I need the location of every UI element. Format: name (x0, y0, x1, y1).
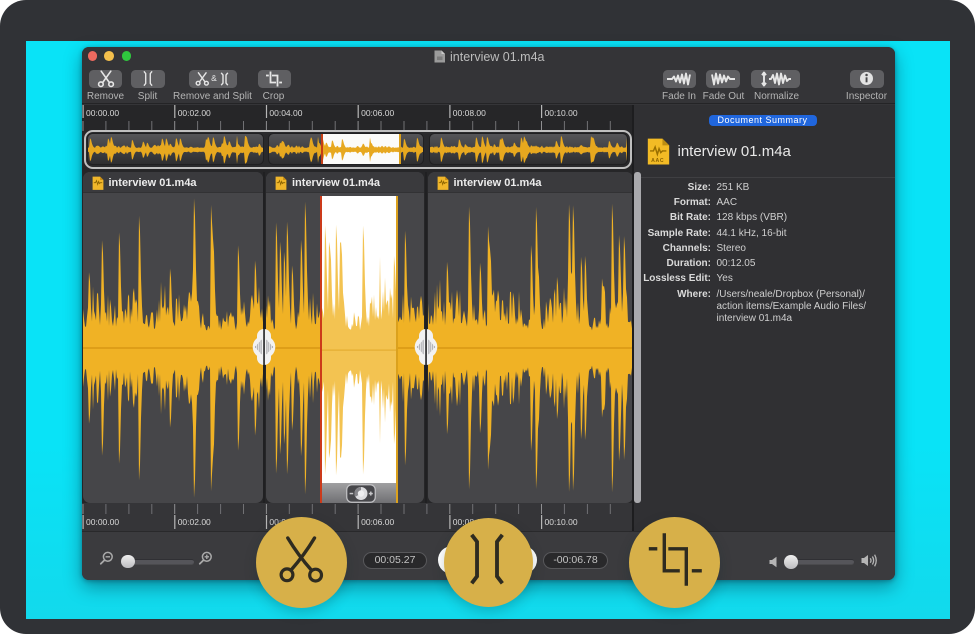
svg-text:AAC: AAC (651, 158, 664, 164)
